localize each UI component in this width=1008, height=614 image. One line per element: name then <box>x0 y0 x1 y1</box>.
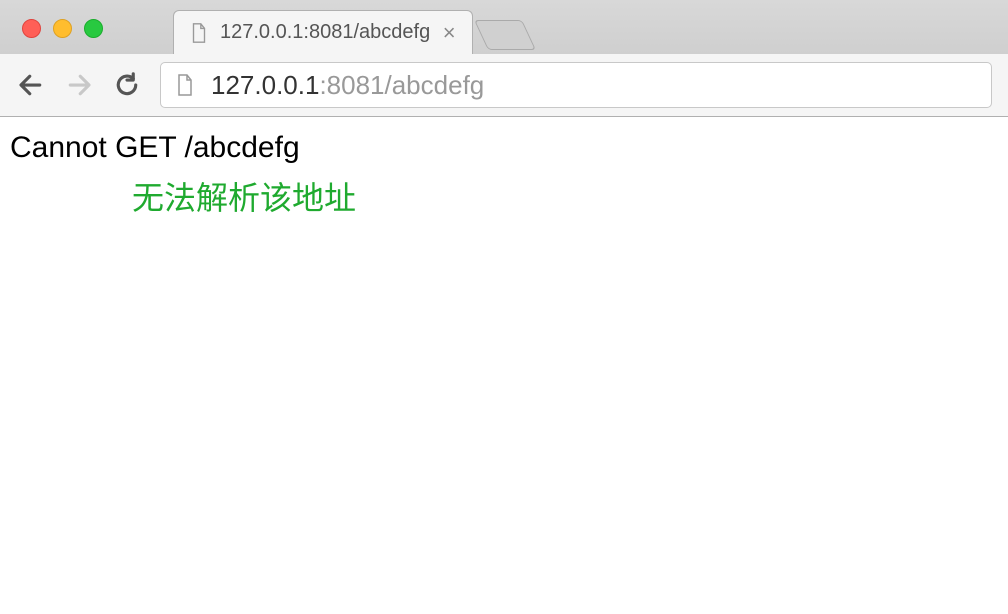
annotation-text: 无法解析该地址 <box>132 173 998 219</box>
browser-tab[interactable]: 127.0.0.1:8081/abcdefg × <box>173 10 473 54</box>
tab-title: 127.0.0.1:8081/abcdefg <box>220 21 430 44</box>
new-tab-button[interactable] <box>474 20 536 50</box>
maximize-window-button[interactable] <box>84 19 103 38</box>
forward-button[interactable] <box>64 70 94 100</box>
navigation-bar: 127.0.0.1:8081/abcdefg <box>0 54 1008 116</box>
minimize-window-button[interactable] <box>53 19 72 38</box>
address-host: 127.0.0.1 <box>211 70 319 101</box>
address-bar[interactable]: 127.0.0.1:8081/abcdefg <box>160 62 992 108</box>
reload-button[interactable] <box>112 70 142 100</box>
close-window-button[interactable] <box>22 19 41 38</box>
error-message: Cannot GET /abcdefg <box>10 131 998 165</box>
address-path: :8081/abcdefg <box>319 70 484 101</box>
tab-bar: 127.0.0.1:8081/abcdefg × <box>0 0 1008 54</box>
close-tab-button[interactable]: × <box>440 24 458 42</box>
window-controls <box>12 19 113 54</box>
back-button[interactable] <box>16 70 46 100</box>
browser-chrome: 127.0.0.1:8081/abcdefg × <box>0 0 1008 117</box>
page-content: Cannot GET /abcdefg 无法解析该地址 <box>0 117 1008 233</box>
file-icon <box>173 73 197 97</box>
file-icon <box>188 22 210 44</box>
address-text: 127.0.0.1:8081/abcdefg <box>211 70 484 101</box>
